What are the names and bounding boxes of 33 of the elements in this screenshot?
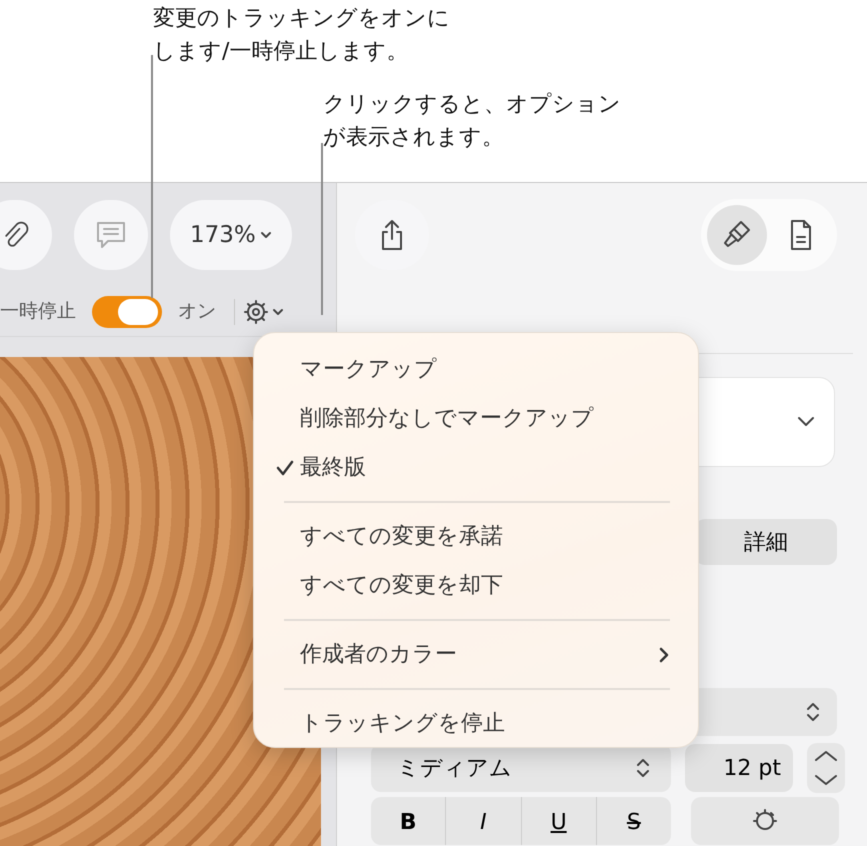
pause-label: 一時停止 [0, 299, 76, 324]
menu-item[interactable]: 最終版 [254, 443, 698, 492]
gear-icon [243, 298, 269, 324]
chevron-down-icon [260, 230, 272, 240]
callout-text: します/一時停止します。 [153, 38, 408, 66]
menu-item[interactable]: 削除部分なしでマークアップ [254, 394, 698, 443]
menu-item[interactable]: すべての変更を承諾 [254, 512, 698, 561]
menu-item[interactable]: 作成者のカラー [254, 630, 698, 679]
chevron-down-icon [796, 415, 816, 429]
tracking-toggle[interactable] [92, 296, 162, 328]
font-size-stepper[interactable] [807, 743, 845, 793]
comment-icon [94, 219, 128, 251]
text-style-button[interactable]: U [522, 797, 597, 845]
callout-text: が表示されます。 [323, 124, 504, 152]
attachment-button[interactable] [0, 200, 52, 270]
callout-text: 変更のトラッキングをオンに [153, 5, 450, 33]
chevron-right-icon [658, 646, 670, 664]
format-button[interactable] [707, 205, 767, 265]
menu-item[interactable]: すべての変更を却下 [254, 561, 698, 610]
text-style-button[interactable]: I [446, 797, 522, 845]
document-icon [788, 219, 814, 251]
on-label: オン [178, 299, 216, 324]
menu-item[interactable]: マークアップ [254, 345, 698, 394]
stepper-arrows-icon [813, 748, 839, 788]
options-button[interactable] [243, 298, 284, 324]
chevron-down-icon [272, 306, 284, 316]
font-size-field[interactable]: 12 pt [685, 744, 793, 792]
up-down-chevron-icon [635, 758, 651, 778]
zoom-button[interactable]: 173% [170, 200, 292, 270]
up-down-chevron-icon [805, 702, 821, 722]
callout-text: クリックすると、オプション [323, 91, 621, 119]
text-style-button[interactable]: B [371, 797, 446, 845]
text-style-button[interactable]: S [596, 797, 671, 845]
